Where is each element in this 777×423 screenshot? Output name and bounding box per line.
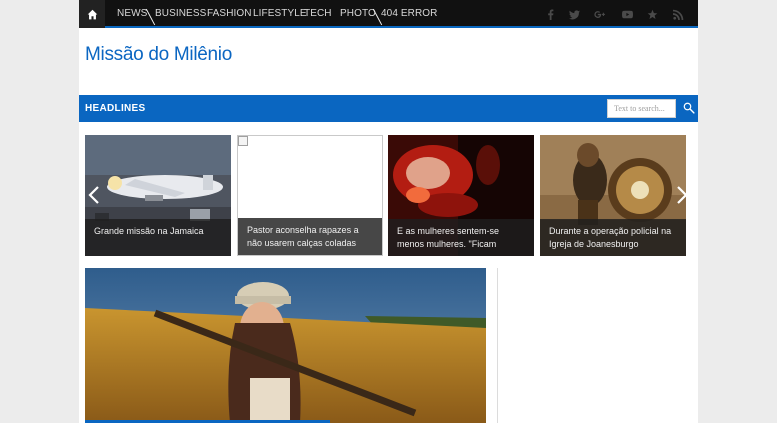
- rss-icon: [672, 9, 683, 20]
- youtube-icon: [621, 10, 633, 18]
- chevron-left-icon: [88, 186, 99, 204]
- headline-slide[interactable]: E as mulheres sentem-se menos mulheres. …: [388, 135, 534, 256]
- facebook-icon: [547, 8, 553, 20]
- slide-caption: Grande missão na Jamaica: [85, 219, 231, 256]
- headline-slide[interactable]: Grande missão na Jamaica: [85, 135, 231, 256]
- nav-item-404-error[interactable]: 404 ERROR: [381, 0, 437, 28]
- top-navigation: NEWS BUSINESS FASHION LIFESTYLE TECH PHO…: [79, 0, 698, 28]
- headlines-title: HEADLINES: [85, 103, 146, 114]
- featured-post-image[interactable]: [85, 268, 486, 423]
- slider-prev-button[interactable]: [88, 185, 100, 205]
- headline-slide[interactable]: Durante a operação policial na Igreja de…: [540, 135, 686, 256]
- slide-caption: Pastor aconselha rapazes a não usarem ca…: [238, 218, 382, 255]
- featured-image-hunter: [85, 268, 486, 423]
- facebook-link[interactable]: [543, 7, 557, 21]
- nav-item-fashion[interactable]: FASHION: [207, 0, 252, 28]
- google-plus-link[interactable]: [592, 7, 606, 21]
- search-button[interactable]: [681, 100, 697, 116]
- rss-link[interactable]: [671, 7, 685, 21]
- twitter-icon: [568, 9, 580, 19]
- search-icon: [683, 102, 695, 114]
- slide-caption: Durante a operação policial na Igreja de…: [540, 219, 686, 256]
- twitter-link[interactable]: [567, 7, 581, 21]
- nav-item-news[interactable]: NEWS: [117, 0, 147, 28]
- star-icon: [647, 9, 657, 19]
- star-link[interactable]: [645, 7, 659, 21]
- broken-image-icon: [238, 136, 248, 146]
- slide-caption: E as mulheres sentem-se menos mulheres. …: [388, 219, 534, 256]
- column-divider: [497, 268, 498, 423]
- search-input[interactable]: [607, 99, 676, 118]
- youtube-link[interactable]: [620, 7, 634, 21]
- nav-item-business[interactable]: BUSINESS: [155, 0, 206, 28]
- slider-next-button[interactable]: [676, 185, 688, 205]
- home-button[interactable]: [79, 0, 105, 28]
- google-plus-icon: [593, 10, 605, 18]
- headline-slide[interactable]: Pastor aconselha rapazes a não usarem ca…: [237, 135, 383, 256]
- nav-item-tech[interactable]: TECH: [304, 0, 332, 28]
- home-icon: [87, 9, 97, 19]
- nav-item-lifestyle[interactable]: LIFESTYLE: [253, 0, 307, 28]
- nav-item-photo[interactable]: PHOTO: [340, 0, 376, 28]
- headlines-bar: HEADLINES: [79, 95, 698, 122]
- site-title[interactable]: Missão do Milênio: [85, 44, 232, 66]
- chevron-right-icon: [677, 186, 688, 204]
